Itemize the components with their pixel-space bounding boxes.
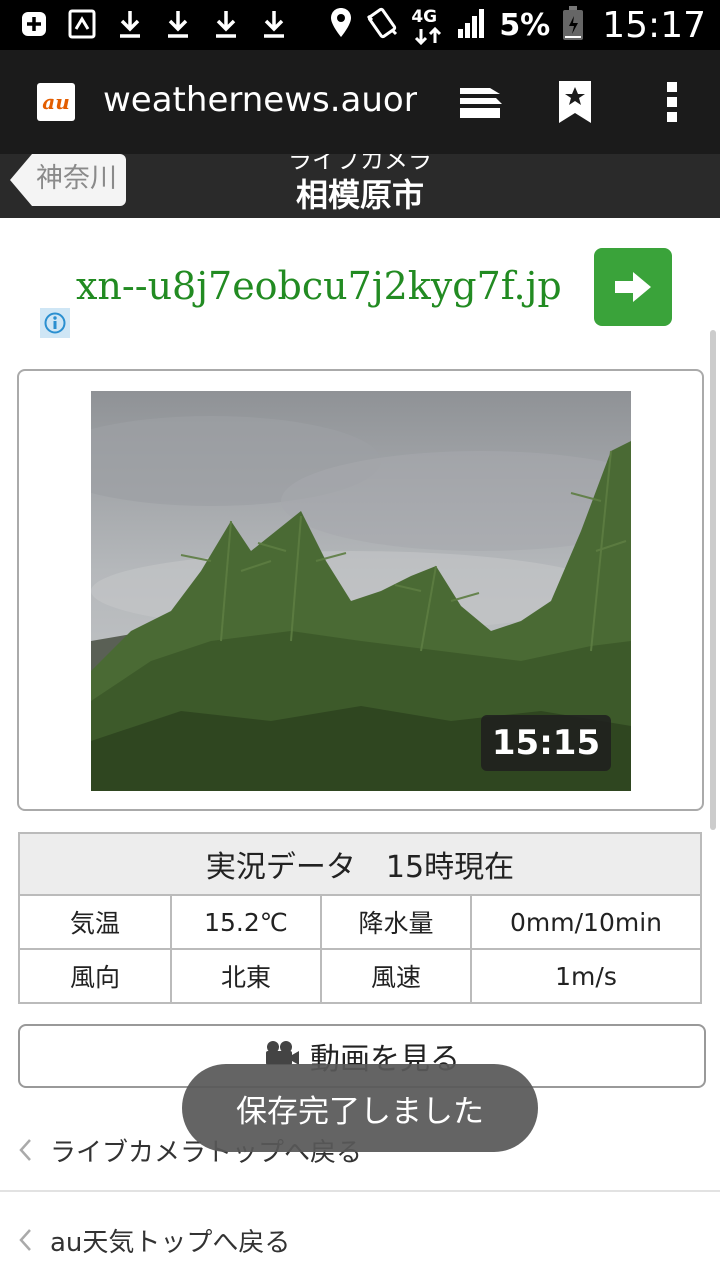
battery-percent: 5% (499, 7, 551, 43)
signal-icon (457, 7, 487, 43)
system-icons: 4G 5% 15:17 (329, 4, 706, 46)
table-cell: 風速 (320, 948, 472, 1004)
battery-icon (562, 5, 584, 45)
page-title: 相模原市 (295, 176, 424, 214)
page-header: 神奈川 ライブカメラ 相模原市 (0, 154, 720, 218)
toast-message: 保存完了しました (182, 1064, 538, 1152)
table-header: 実況データ 15時現在 (18, 832, 702, 896)
chevron-left-icon (18, 1138, 36, 1162)
url-field[interactable]: weathernews.auone (103, 80, 417, 124)
download-icon (212, 8, 240, 40)
ad-banner[interactable]: xn--u8j7eobcu7j2kyg7f.jp (38, 230, 688, 346)
download-icon (164, 8, 192, 40)
table-cell: 1m/s (470, 948, 702, 1004)
arrow-right-icon (615, 272, 651, 302)
table-cell: 15.2℃ (170, 894, 322, 950)
weather-top-link[interactable]: au天気トップへ戻る (0, 1210, 720, 1270)
add-notification-icon (20, 8, 48, 40)
site-favicon: au (37, 83, 75, 121)
table-cell: 降水量 (320, 894, 472, 950)
browser-toolbar: au weathernews.auone (0, 50, 720, 154)
table-cell: 北東 (170, 948, 322, 1004)
vibrate-icon (365, 6, 399, 44)
download-icon (116, 8, 144, 40)
ad-arrow-button[interactable] (594, 248, 672, 326)
chevron-left-icon (18, 1228, 36, 1252)
screenshot-icon (68, 8, 96, 40)
download-icon (260, 8, 288, 40)
table-cell: 気温 (18, 894, 172, 950)
ad-text[interactable]: xn--u8j7eobcu7j2kyg7f.jp (76, 264, 562, 308)
bookmark-icon[interactable] (557, 78, 593, 126)
table-cell: 風向 (18, 948, 172, 1004)
live-camera-image[interactable]: 15:15 (91, 391, 631, 791)
table-cell: 0mm/10min (470, 894, 702, 950)
divider (0, 1190, 720, 1192)
scrollbar[interactable] (710, 330, 716, 830)
observation-table: 実況データ 15時現在 気温 15.2℃ 降水量 0mm/10min 風向 北東… (18, 832, 702, 1004)
table-row: 気温 15.2℃ 降水量 0mm/10min (18, 894, 702, 950)
table-row: 風向 北東 風速 1m/s (18, 948, 702, 1004)
network-4g-icon: 4G (411, 5, 445, 45)
weather-top-label: au天気トップへ戻る (50, 1227, 291, 1258)
ad-info-icon[interactable] (40, 308, 70, 338)
clock: 15:17 (602, 4, 706, 46)
menu-icon[interactable] (660, 78, 684, 126)
live-camera-panel: 15:15 (17, 369, 704, 811)
tabs-icon[interactable] (456, 78, 504, 126)
notification-icons (20, 8, 288, 40)
table-header-row: 実況データ 15時現在 (18, 832, 702, 896)
camera-timestamp: 15:15 (481, 715, 611, 771)
location-icon (329, 7, 353, 43)
status-bar: 4G 5% 15:17 (0, 0, 720, 50)
